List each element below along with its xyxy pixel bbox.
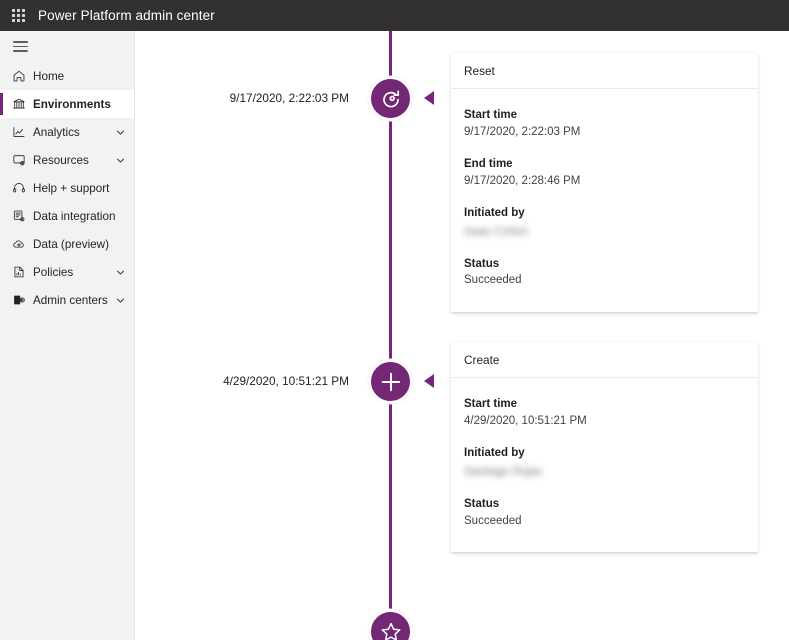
sidebar-item-label: Policies bbox=[33, 265, 74, 279]
sidebar-item-label: Resources bbox=[33, 153, 89, 167]
event-detail-card: Reset Start time 9/17/2020, 2:22:03 PM End … bbox=[451, 53, 758, 312]
timeline-node-create[interactable] bbox=[368, 359, 413, 404]
sidebar-item-label: Environments bbox=[33, 97, 111, 111]
environments-icon bbox=[12, 97, 31, 111]
data-cloud-icon bbox=[12, 237, 31, 251]
event-field-label: Start time bbox=[464, 398, 518, 410]
chevron-down-icon[interactable] bbox=[115, 295, 126, 306]
event-field-value-redacted: Santiago Rojas bbox=[464, 465, 542, 478]
sidebar-item-policies[interactable]: Policies bbox=[0, 258, 134, 286]
sidebar-item-label: Data (preview) bbox=[33, 237, 109, 251]
timeline-node-reset[interactable] bbox=[368, 76, 413, 121]
app-launcher-waffle-icon[interactable] bbox=[0, 0, 36, 31]
sidebar-item-data-preview[interactable]: Data (preview) bbox=[0, 230, 134, 258]
event-field: Initiated by Santiago Rojas bbox=[464, 445, 745, 481]
chevron-down-icon[interactable] bbox=[115, 267, 126, 278]
star-origin-icon bbox=[379, 620, 403, 640]
policies-icon bbox=[12, 265, 31, 279]
event-card-title: Reset bbox=[451, 53, 758, 89]
reset-circular-arrow-icon bbox=[379, 87, 403, 111]
event-field-value-redacted: Isaac Cohen bbox=[464, 225, 529, 238]
event-field-label: End time bbox=[464, 157, 513, 170]
timeline-node-timestamp: 9/17/2020, 2:22:03 PM bbox=[229, 91, 349, 105]
event-field-label: Status bbox=[464, 497, 500, 510]
home-icon bbox=[12, 69, 31, 83]
resources-icon bbox=[12, 153, 31, 167]
app-title: Power Platform admin center bbox=[38, 8, 215, 23]
timeline-node-timestamp: 4/29/2020, 10:51:21 PM bbox=[223, 374, 349, 388]
main-content-area: 9/17/2020, 2:22:03 PM Reset Start time 9/17… bbox=[136, 31, 789, 640]
sidebar-item-analytics[interactable]: Analytics bbox=[0, 118, 134, 146]
event-field: Status Succeeded bbox=[464, 496, 745, 530]
event-field-label: Status bbox=[464, 257, 500, 270]
sidebar-item-label: Data integration bbox=[33, 209, 116, 223]
event-field-value: Succeeded bbox=[464, 274, 522, 287]
analytics-icon bbox=[12, 125, 31, 139]
event-detail-card: Create Start time 4/29/2020, 10:51:21 PM In… bbox=[451, 342, 758, 552]
event-field: Start time 4/29/2020, 10:51:21 PM bbox=[464, 396, 745, 430]
event-card-body: Start time 9/17/2020, 2:22:03 PM End time 9… bbox=[451, 89, 758, 312]
event-card-title: Create bbox=[451, 342, 758, 378]
timeline-spine bbox=[389, 31, 392, 640]
event-field: Initiated by Isaac Cohen bbox=[464, 205, 745, 241]
event-field: Start time 9/17/2020, 2:22:03 PM bbox=[464, 107, 745, 141]
sidebar-item-environments[interactable]: Environments bbox=[0, 90, 134, 118]
hamburger-menu-icon[interactable] bbox=[0, 31, 134, 62]
top-app-bar: Power Platform admin center bbox=[0, 0, 789, 31]
chevron-down-icon[interactable] bbox=[115, 155, 126, 166]
sidebar-item-resources[interactable]: Resources bbox=[0, 146, 134, 174]
admin-centers-icon bbox=[12, 293, 31, 307]
event-field-label: Initiated by bbox=[464, 446, 525, 459]
event-field-value: 9/17/2020, 2:28:46 PM bbox=[464, 174, 581, 187]
event-field: End time 9/17/2020, 2:28:46 PM bbox=[464, 156, 745, 190]
event-field-value: Succeeded bbox=[464, 514, 522, 527]
sidebar-item-label: Admin centers bbox=[33, 293, 108, 307]
chevron-down-icon[interactable] bbox=[115, 127, 126, 138]
sidebar-item-list: Home Environments Analytics Resources Help +… bbox=[0, 62, 134, 314]
plus-create-icon bbox=[378, 369, 404, 395]
sidebar-item-admin-centers[interactable]: Admin centers bbox=[0, 286, 134, 314]
callout-arrow-icon bbox=[424, 91, 434, 105]
sidebar-item-home[interactable]: Home bbox=[0, 62, 134, 90]
sidebar-navigation: Home Environments Analytics Resources Help +… bbox=[0, 31, 135, 640]
sidebar-item-help-support[interactable]: Help + support bbox=[0, 174, 134, 202]
event-field: Status Succeeded bbox=[464, 256, 745, 290]
sidebar-item-label: Analytics bbox=[33, 125, 80, 139]
event-field-value: 9/17/2020, 2:22:03 PM bbox=[464, 125, 581, 138]
sidebar-item-data-integration[interactable]: Data integration bbox=[0, 202, 134, 230]
sidebar-item-label: Help + support bbox=[33, 181, 110, 195]
sidebar-item-label: Home bbox=[33, 69, 65, 83]
data-integration-icon bbox=[12, 209, 31, 223]
timeline-node-origin[interactable] bbox=[368, 609, 413, 640]
callout-arrow-icon bbox=[424, 374, 434, 388]
headset-icon bbox=[12, 181, 31, 195]
event-field-value: 4/29/2020, 10:51:21 PM bbox=[464, 414, 587, 427]
event-card-body: Start time 4/29/2020, 10:51:21 PM Initiate… bbox=[451, 378, 758, 552]
event-field-label: Initiated by bbox=[464, 206, 525, 219]
event-field-label: Start time bbox=[464, 109, 518, 121]
